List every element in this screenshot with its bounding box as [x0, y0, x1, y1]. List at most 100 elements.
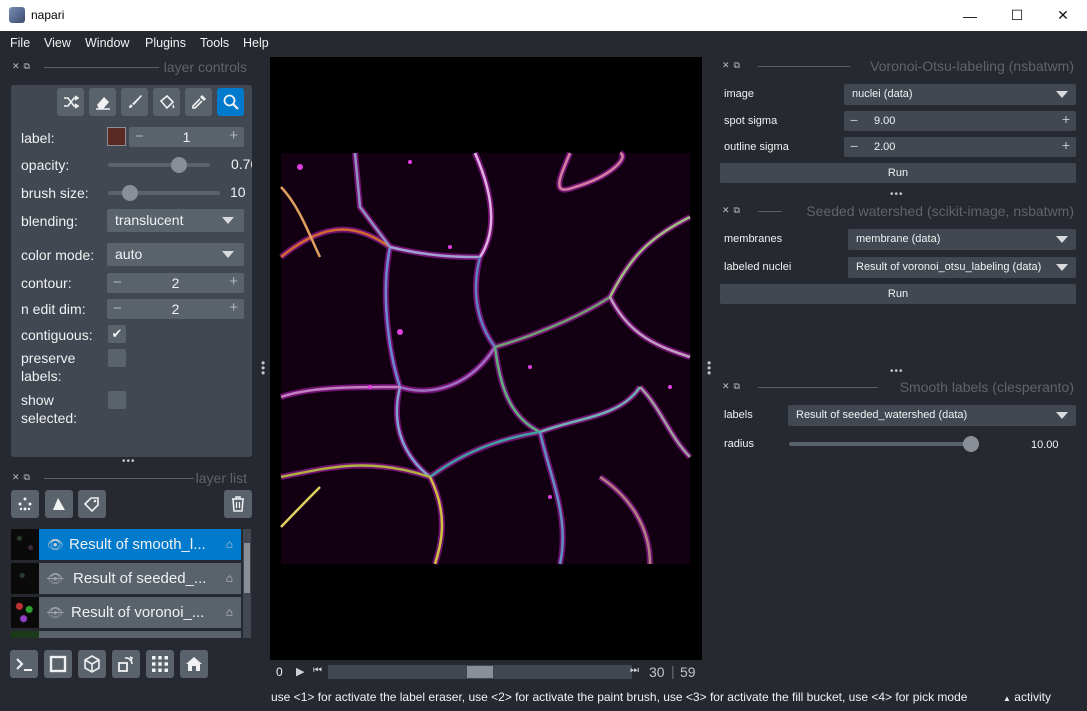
contour-spinbox[interactable]: − 2 + [107, 273, 244, 293]
dims-slider-track[interactable] [328, 665, 632, 679]
spot-sigma-value: 9.00 [874, 115, 896, 127]
new-shapes-layer-button[interactable] [45, 490, 73, 518]
step-forward-icon[interactable]: ⏭ [630, 665, 639, 676]
voronoi-run-button[interactable]: Run [720, 163, 1076, 183]
dock-float-icons[interactable]: ✕⧉ [12, 472, 34, 483]
pan-zoom-button[interactable] [217, 88, 244, 116]
roll-dims-button[interactable] [78, 650, 106, 678]
show-selected-checkbox[interactable] [108, 391, 126, 409]
image-value: nuclei (data) [852, 88, 913, 100]
smooth-widget-header: ✕⧉ Smooth labels (clesperanto) [722, 379, 1074, 395]
right-splitter-handle[interactable]: • • • [707, 357, 711, 379]
outline-sigma-spinbox[interactable]: − 2.00 + [844, 137, 1076, 157]
menu-file[interactable]: File [10, 36, 30, 50]
color-picker-button[interactable] [185, 88, 212, 116]
image-label: image [724, 88, 754, 100]
visibility-eye-off-icon[interactable]: 👁 [47, 571, 64, 587]
label-tag-icon: ⌂ [225, 571, 233, 585]
left-splitter-handle[interactable]: • • • [261, 357, 265, 379]
minimize-button[interactable]: — [947, 0, 993, 31]
dock-float-icons[interactable]: ✕⧉ [722, 381, 744, 392]
maximize-button[interactable]: ☐ [994, 0, 1040, 31]
dock-float-icons[interactable]: ✕⧉ [722, 205, 744, 216]
n-edit-dim-spinbox[interactable]: − 2 + [107, 299, 244, 319]
seeded-run-button[interactable]: Run [720, 284, 1076, 304]
activity-button[interactable]: ▲ activity [1003, 690, 1051, 704]
console-button[interactable] [10, 650, 38, 678]
delete-layer-button[interactable] [224, 490, 252, 518]
layer-list-scrollbar[interactable] [243, 529, 251, 638]
shuffle-colors-button[interactable] [57, 88, 84, 116]
brush-size-slider-handle[interactable] [122, 185, 139, 201]
dock-float-icons[interactable]: ✕⧉ [722, 60, 744, 71]
image-dropdown[interactable]: nuclei (data) [844, 84, 1076, 105]
image-canvas[interactable] [270, 57, 702, 660]
labels-dropdown[interactable]: Result of seeded_watershed (data) [788, 405, 1076, 426]
trash-icon [232, 496, 244, 512]
layer-row-partial[interactable] [11, 631, 241, 638]
spot-sigma-label: spot sigma [724, 115, 778, 127]
home-button[interactable] [180, 650, 208, 678]
decrement-icon[interactable]: − [850, 112, 858, 128]
chevron-down-icon [222, 251, 234, 258]
blending-dropdown[interactable]: translucent [107, 209, 244, 232]
terminal-icon [16, 658, 32, 671]
radius-slider-handle[interactable] [963, 436, 979, 452]
membranes-dropdown[interactable]: membrane (data) [848, 229, 1076, 250]
shapes-icon [53, 498, 65, 510]
step-back-icon[interactable]: ⏮ [313, 665, 322, 676]
radius-slider[interactable] [789, 442, 971, 446]
menu-plugins[interactable]: Plugins [145, 36, 186, 50]
preserve-labels-checkbox[interactable] [108, 349, 126, 367]
spot-sigma-spinbox[interactable]: − 9.00 + [844, 111, 1076, 131]
increment-icon[interactable]: + [229, 273, 238, 290]
opacity-slider[interactable] [108, 163, 210, 167]
layer-row-smooth[interactable]: 👁 Result of smooth_l... ⌂ [11, 529, 241, 560]
eraser-button[interactable] [89, 88, 116, 116]
zoom-icon [223, 94, 239, 110]
labeled-nuclei-dropdown[interactable]: Result of voronoi_otsu_labeling (data) [848, 257, 1076, 278]
visibility-eye-icon[interactable]: 👁 [47, 537, 64, 553]
close-button[interactable]: ✕ [1040, 0, 1086, 31]
play-icon[interactable]: ▶ [296, 665, 304, 678]
fill-bucket-button[interactable] [153, 88, 180, 116]
layer-row-voronoi[interactable]: 👁 Result of voronoi_... ⌂ [11, 597, 241, 628]
dims-slider-handle[interactable] [467, 666, 493, 678]
paint-brush-button[interactable] [121, 88, 148, 116]
contiguous-checkbox[interactable]: ✔ [108, 325, 126, 343]
label-color-swatch[interactable] [107, 127, 126, 146]
show-selected-label: show [21, 392, 54, 408]
splitter-handle[interactable]: ••• [890, 189, 904, 200]
visibility-eye-off-icon[interactable]: 👁 [47, 605, 64, 621]
scrollbar-thumb[interactable] [244, 543, 250, 593]
dock-float-icons[interactable]: ✕⧉ [12, 61, 34, 72]
current-frame[interactable]: 30 [649, 664, 665, 680]
layer-thumbnail [11, 597, 39, 628]
ndisplay-button[interactable] [44, 650, 72, 678]
increment-icon[interactable]: + [229, 127, 238, 144]
menu-help[interactable]: Help [243, 36, 269, 50]
chevron-down-icon [1056, 91, 1068, 98]
paint-brush-icon [128, 95, 142, 108]
transpose-dims-button[interactable] [112, 650, 140, 678]
opacity-slider-handle[interactable] [171, 157, 188, 173]
new-labels-layer-button[interactable] [78, 490, 106, 518]
layer-row-seeded[interactable]: 👁 Result of seeded_... ⌂ [11, 563, 241, 594]
menu-tools[interactable]: Tools [200, 36, 229, 50]
decrement-icon[interactable]: − [850, 138, 858, 154]
labeled-nuclei-label: labeled nuclei [724, 261, 792, 273]
splitter-handle[interactable]: ••• [122, 456, 136, 467]
grid-view-button[interactable] [146, 650, 174, 678]
new-points-layer-button[interactable] [11, 490, 39, 518]
menu-view[interactable]: View [44, 36, 71, 50]
outline-sigma-value: 2.00 [874, 141, 896, 153]
menu-window[interactable]: Window [85, 36, 129, 50]
status-message: use <1> for activate the label eraser, u… [271, 690, 968, 704]
label-spinbox[interactable]: − 1 + [129, 127, 244, 147]
increment-icon[interactable]: + [1062, 137, 1070, 153]
increment-icon[interactable]: + [1062, 111, 1070, 127]
splitter-handle[interactable]: ••• [890, 366, 904, 377]
color-mode-dropdown[interactable]: auto [107, 243, 244, 266]
color-mode-value: auto [115, 246, 143, 262]
increment-icon[interactable]: + [229, 299, 238, 316]
